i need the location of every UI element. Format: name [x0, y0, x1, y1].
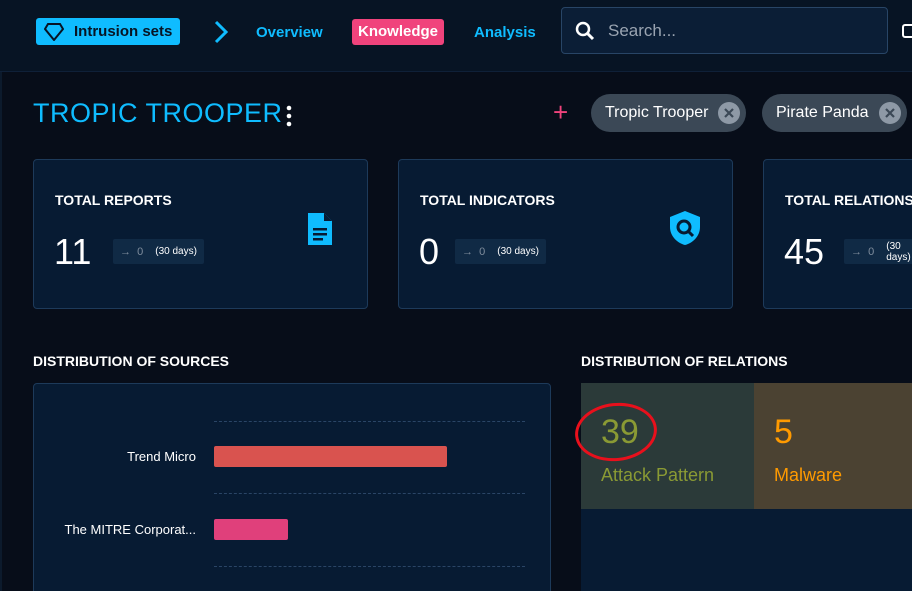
nav-knowledge[interactable]: Knowledge [352, 19, 445, 45]
more-vert-icon[interactable] [283, 104, 295, 128]
card-value: 0 [419, 231, 440, 272]
grid-line [214, 493, 525, 494]
card-value: 45 [784, 231, 825, 272]
search-input[interactable] [608, 20, 868, 41]
bar-label: Trend Micro [127, 449, 196, 464]
alias-label: Pirate Panda [776, 104, 869, 121]
breadcrumb-label: Intrusion sets [74, 23, 173, 40]
close-icon[interactable] [878, 102, 901, 124]
sources-heading: DISTRIBUTION OF SOURCES [33, 353, 230, 369]
card-value: 11 [54, 231, 92, 272]
grid-line [214, 421, 525, 422]
file-document-icon [308, 213, 332, 245]
alias-label: Tropic Trooper [605, 104, 709, 121]
card-total-reports: TOTAL REPORTS 11 → 0 (30 days) [33, 159, 368, 309]
relation-name: Attack Pattern [601, 465, 715, 485]
card-delta: → 0 (30 days) [113, 239, 204, 264]
top-bar: Intrusion sets Overview Knowledge Analys… [0, 0, 912, 72]
relations-heading: DISTRIBUTION OF RELATIONS [581, 353, 788, 369]
nav-overview[interactable]: Overview [256, 24, 323, 41]
card-delta: → 0 (30 days) [455, 239, 546, 264]
close-icon[interactable] [718, 102, 741, 124]
relation-count: 5 [774, 413, 793, 451]
sources-chart-panel [33, 383, 551, 591]
alias-chip[interactable]: Pirate Panda [762, 94, 907, 132]
add-alias-button[interactable]: + [553, 99, 568, 125]
card-total-relations: TOTAL RELATIONS 45 → 0 (30 days) [763, 159, 912, 309]
entity-title: TROPIC TROOPER [33, 98, 283, 128]
card-label: TOTAL RELATIONS [785, 192, 912, 208]
diamond-icon [44, 22, 64, 41]
bar-label: The MITRE Corporat... [64, 522, 196, 537]
card-total-indicators: TOTAL INDICATORS 0 → 0 (30 days) [398, 159, 733, 309]
card-label: TOTAL REPORTS [55, 192, 172, 208]
bar[interactable] [214, 446, 447, 467]
search-icon [575, 21, 595, 40]
breadcrumb-intrusion-sets[interactable]: Intrusion sets [36, 18, 181, 45]
search-box[interactable] [561, 7, 888, 54]
grid-line [214, 566, 525, 567]
relation-tile-malware[interactable]: 5 Malware [754, 383, 912, 509]
left-rail [0, 72, 2, 591]
chevron-right-icon [214, 20, 229, 44]
nav-analysis[interactable]: Analysis [474, 24, 536, 41]
bar[interactable] [214, 519, 289, 540]
tray-icon[interactable] [902, 22, 912, 40]
card-delta: → 0 (30 days) [844, 239, 912, 264]
alias-chip[interactable]: Tropic Trooper [591, 94, 747, 132]
relation-name: Malware [774, 465, 843, 485]
card-label: TOTAL INDICATORS [420, 192, 555, 208]
shield-search-icon [670, 211, 700, 245]
